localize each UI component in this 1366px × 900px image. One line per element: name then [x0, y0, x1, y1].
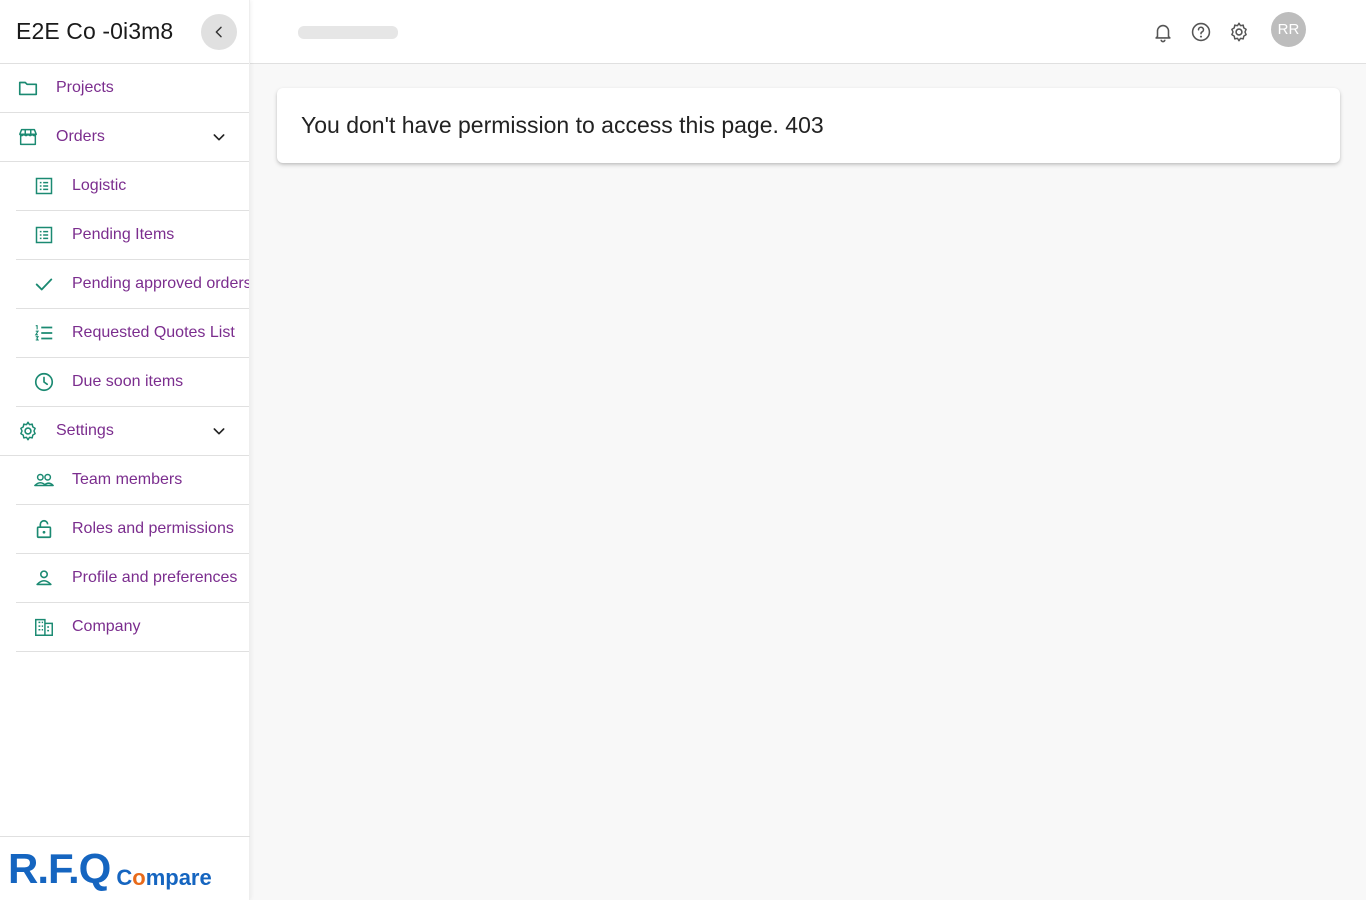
- user-avatar[interactable]: RR: [1271, 11, 1306, 47]
- sidebar-item-label: Pending Items: [72, 226, 175, 243]
- sidebar-item-roles-and-permissions[interactable]: Roles and permissions: [16, 505, 249, 554]
- sidebar-item-label: Orders: [56, 128, 105, 145]
- gear-icon: [16, 419, 40, 443]
- check-icon: [32, 272, 56, 296]
- sidebar-item-label: Profile and preferences: [72, 569, 238, 586]
- logo-rfq-text: R.F.Q: [8, 844, 111, 892]
- people-icon: [32, 468, 56, 492]
- list-alt-icon: [32, 223, 56, 247]
- sidebar-item-label: Company: [72, 618, 141, 635]
- sidebar-item-label: Projects: [56, 79, 114, 96]
- permission-error-card: You don't have permission to access this…: [277, 88, 1340, 163]
- sidebar-item-label: Logistic: [72, 177, 127, 194]
- company-name: E2E Co -0i3m8: [16, 18, 174, 44]
- sidebar-item-due-soon-items[interactable]: Due soon items: [16, 358, 249, 407]
- chevron-left-icon: [215, 26, 222, 37]
- logo-compare-text: Compare: [116, 864, 212, 890]
- permission-error-message: You don't have permission to access this…: [301, 112, 824, 138]
- top-bar: RR: [250, 0, 1366, 64]
- sidebar-item-company[interactable]: Company: [16, 603, 249, 652]
- sidebar-nav: Projects Orders Logistic Pending Items P…: [0, 64, 249, 652]
- store-icon: [16, 125, 40, 149]
- sidebar-item-label: Settings: [56, 422, 114, 439]
- app-root: E2E Co -0i3m8 Projects Orders Logistic P…: [0, 0, 1366, 900]
- sidebar-footer: R.F.Q Compare: [0, 836, 250, 900]
- breadcrumb-placeholder: [298, 26, 398, 39]
- sidebar: E2E Co -0i3m8 Projects Orders Logistic P…: [0, 0, 250, 900]
- sidebar-item-logistic[interactable]: Logistic: [16, 162, 249, 211]
- notifications-button[interactable]: [1151, 20, 1175, 44]
- top-bar-actions: RR: [1151, 0, 1306, 64]
- bell-icon: [1155, 24, 1171, 43]
- gear-icon: [1231, 22, 1247, 42]
- lock-open-icon: [32, 517, 56, 541]
- list-alt-icon: [32, 174, 56, 198]
- sidebar-item-settings[interactable]: Settings: [0, 407, 249, 456]
- chevron-down-icon[interactable]: [207, 125, 231, 149]
- rfq-compare-logo: R.F.Q Compare: [8, 844, 212, 892]
- person-icon: [32, 566, 56, 590]
- format-list-numbered-icon: [32, 321, 56, 345]
- sidebar-header: E2E Co -0i3m8: [0, 0, 249, 64]
- help-button[interactable]: [1189, 20, 1213, 44]
- sidebar-item-team-members[interactable]: Team members: [16, 456, 249, 505]
- sidebar-item-label: Team members: [72, 471, 183, 488]
- sidebar-item-label: Pending approved orders: [72, 275, 249, 292]
- sidebar-item-requested-quotes-list[interactable]: Requested Quotes List: [16, 309, 249, 358]
- sidebar-item-label: Roles and permissions: [72, 520, 234, 537]
- sidebar-item-pending-approved-orders[interactable]: Pending approved orders: [16, 260, 249, 309]
- help-icon: [1191, 22, 1211, 42]
- settings-button[interactable]: [1227, 20, 1251, 44]
- sidebar-item-orders[interactable]: Orders: [0, 113, 249, 162]
- chevron-down-icon[interactable]: [207, 419, 231, 443]
- main-content: You don't have permission to access this…: [250, 64, 1366, 900]
- sidebar-item-projects[interactable]: Projects: [0, 64, 249, 113]
- collapse-sidebar-button[interactable]: [201, 13, 237, 50]
- sidebar-item-profile-and-preferences[interactable]: Profile and preferences: [16, 554, 249, 603]
- folder-icon: [16, 76, 40, 100]
- sidebar-item-pending-items[interactable]: Pending Items: [16, 211, 249, 260]
- business-icon: [32, 615, 56, 639]
- sidebar-item-label: Due soon items: [72, 373, 184, 390]
- sidebar-item-label: Requested Quotes List: [72, 324, 235, 341]
- clock-icon: [32, 370, 56, 394]
